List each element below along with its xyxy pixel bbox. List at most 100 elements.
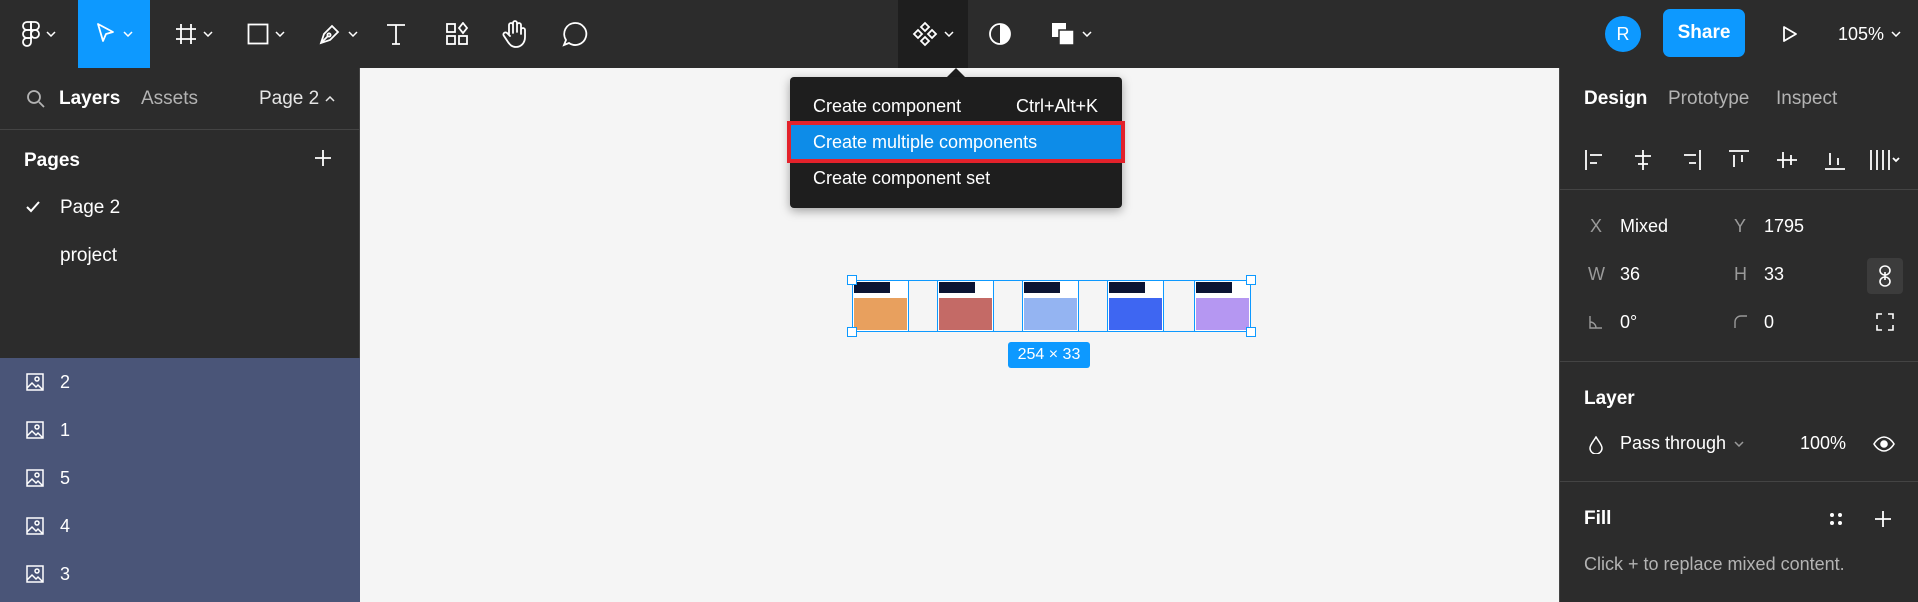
chevron-down-icon [1891, 31, 1901, 37]
rectangle-icon [247, 23, 269, 45]
hand-icon [502, 20, 526, 48]
tab-inspect[interactable]: Inspect [1776, 88, 1837, 110]
blend-mode-select[interactable]: Pass through [1620, 433, 1744, 454]
chevron-up-icon [325, 96, 335, 102]
width-field[interactable]: 36 [1620, 264, 1640, 285]
comment-tool-button[interactable] [559, 0, 591, 68]
add-fill-icon[interactable] [1873, 509, 1893, 529]
pen-icon [319, 24, 340, 45]
zoom-control[interactable]: 105% [1838, 0, 1901, 68]
opacity-field[interactable]: 100% [1800, 433, 1846, 454]
eye-icon[interactable] [1873, 436, 1895, 452]
layer-row[interactable]: 5 [0, 454, 360, 502]
resize-handle-bottom-right[interactable] [1246, 327, 1256, 337]
pen-tool-button[interactable] [310, 0, 366, 68]
layer-row[interactable]: 4 [0, 502, 360, 550]
page-item-page-2[interactable]: Page 2 [0, 184, 360, 232]
share-button[interactable]: Share [1663, 9, 1745, 57]
check-icon [26, 201, 40, 213]
resize-handle-top-right[interactable] [1246, 275, 1256, 285]
toolbar: R Share 105% [0, 0, 1918, 68]
h-label: H [1734, 264, 1747, 284]
component-tool-button[interactable] [898, 0, 968, 68]
page-item-project[interactable]: project [0, 232, 360, 280]
layer-row[interactable]: 3 [0, 550, 360, 598]
alignment-toolbar [1560, 130, 1918, 190]
tab-layers[interactable]: Layers [59, 88, 120, 110]
component-dropdown-menu: Create component Ctrl+Alt+K Create multi… [787, 77, 1125, 208]
resources-button[interactable] [441, 0, 473, 68]
layer-section-title: Layer [1584, 388, 1635, 409]
distribute-icon[interactable] [1868, 149, 1902, 171]
image-icon [26, 517, 44, 535]
menu-item-create-component[interactable]: Create component Ctrl+Alt+K [790, 88, 1122, 124]
chevron-down-icon [275, 31, 285, 37]
rotation-field[interactable]: 0° [1620, 312, 1637, 333]
layer-row[interactable]: 2 [0, 358, 360, 406]
fill-section-title: Fill [1584, 508, 1612, 529]
independent-corners-icon[interactable] [1876, 313, 1894, 331]
selection-box[interactable] [852, 280, 1251, 332]
layer-label: 2 [60, 371, 71, 392]
hand-tool-button[interactable] [499, 0, 531, 68]
layer-label: 5 [60, 467, 71, 488]
comment-icon [562, 22, 588, 47]
search-icon[interactable] [26, 89, 46, 109]
fill-hint: Click + to replace mixed content. [1584, 554, 1845, 574]
present-button[interactable] [1775, 0, 1805, 68]
align-left-icon[interactable] [1584, 149, 1606, 171]
x-label: X [1590, 216, 1603, 236]
align-bottom-icon[interactable] [1824, 149, 1846, 171]
x-field[interactable]: Mixed [1620, 216, 1668, 237]
constrain-proportions-button[interactable] [1867, 258, 1903, 294]
right-panel: Design Prototype Inspect X Mixed Y 1795 … [1559, 68, 1918, 602]
tab-assets[interactable]: Assets [141, 88, 198, 110]
menu-item-create-component-set[interactable]: Create component set [790, 160, 1122, 196]
text-icon [387, 24, 405, 45]
menu-item-shortcut: Ctrl+Alt+K [1015, 95, 1098, 116]
main-menu-button[interactable] [14, 0, 64, 68]
selection-size-badge: 254 × 33 [1008, 342, 1090, 368]
y-field[interactable]: 1795 [1764, 216, 1804, 237]
rotation-icon [1589, 316, 1602, 329]
chevron-down-icon [944, 31, 954, 37]
figma-logo-icon [22, 21, 40, 47]
text-tool-button[interactable] [380, 0, 412, 68]
page-selector[interactable]: Page 2 [259, 88, 335, 110]
menu-item-label: Create component set [813, 167, 991, 188]
left-panel: Layers Assets Page 2 Pages Page 2 projec… [0, 68, 360, 602]
corner-radius-field[interactable]: 0 [1764, 312, 1774, 333]
page-selector-label: Page 2 [259, 88, 320, 109]
layers-list: 2 1 5 4 3 [0, 358, 360, 602]
chevron-down-icon [203, 31, 213, 37]
layer-row[interactable]: 1 [0, 406, 360, 454]
align-top-icon[interactable] [1728, 149, 1750, 171]
boolean-button[interactable] [1046, 0, 1096, 68]
resize-handle-bottom-left[interactable] [847, 327, 857, 337]
pages-title: Pages [24, 150, 80, 171]
resources-icon [446, 22, 469, 45]
mask-button[interactable] [985, 0, 1015, 68]
chevron-down-icon [46, 31, 56, 37]
align-vertical-center-icon[interactable] [1776, 149, 1798, 171]
frame-tool-button[interactable] [166, 0, 222, 68]
align-right-icon[interactable] [1680, 149, 1702, 171]
height-field[interactable]: 33 [1764, 264, 1784, 285]
add-page-icon[interactable] [313, 148, 333, 168]
cursor-icon [97, 23, 114, 42]
menu-item-label: Create component [813, 95, 962, 116]
move-tool-button[interactable] [78, 0, 150, 68]
mask-icon [989, 23, 1011, 45]
image-icon [26, 565, 44, 583]
resize-handle-top-left[interactable] [847, 275, 857, 285]
avatar[interactable]: R [1605, 16, 1641, 52]
image-icon [26, 421, 44, 439]
shape-tool-button[interactable] [238, 0, 294, 68]
menu-item-create-multiple-components[interactable]: Create multiple components [787, 121, 1125, 163]
tab-prototype[interactable]: Prototype [1668, 88, 1749, 110]
fill-section: Fill Click + to replace mixed content. [1560, 482, 1918, 602]
tab-design[interactable]: Design [1584, 88, 1647, 110]
layer-label: 3 [60, 563, 71, 584]
styles-grid-icon[interactable] [1828, 511, 1844, 527]
align-horizontal-center-icon[interactable] [1632, 149, 1654, 171]
